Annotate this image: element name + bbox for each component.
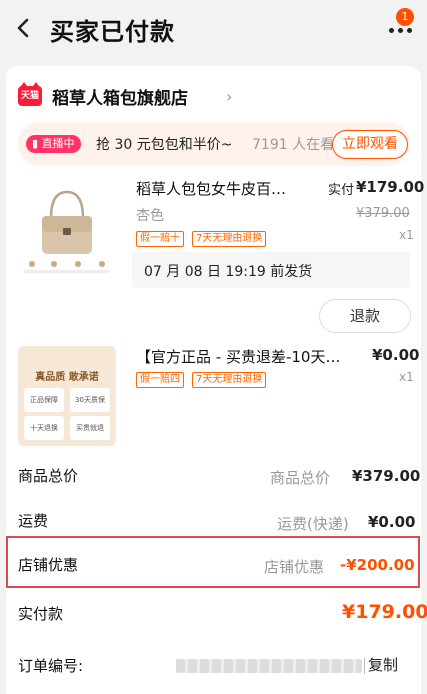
price-label: 实付 — [328, 183, 355, 198]
order-number-masked — [176, 659, 362, 673]
live-viewer-count: 7191 人在看 — [252, 137, 335, 153]
tmall-logo: 天猫 — [18, 82, 42, 106]
goods-total-label: 商品总价 — [18, 467, 79, 485]
live-promo-text: 抢 30 元包包和半价~ — [96, 137, 233, 153]
shipping-label: 运费 — [18, 512, 49, 530]
store-discount-label: 店铺优惠 — [18, 556, 79, 574]
shipping-value: ¥0.00 — [368, 513, 416, 531]
guarantee-heading: 真品质 敢承诺 — [35, 372, 99, 383]
goods-total-key: 商品总价 — [270, 469, 331, 487]
original-price: ¥379.00 — [356, 206, 410, 221]
live-icon: ▮ — [32, 137, 39, 150]
product-quantity: x1 — [399, 370, 414, 384]
back-arrow-icon[interactable] — [12, 14, 36, 42]
paid-value: ¥179.00 — [342, 601, 427, 623]
bag-image-icon — [24, 190, 110, 273]
product-tag: 假一赔十 — [136, 231, 184, 247]
product-tag: 假一赔四 — [136, 372, 184, 388]
guarantee-item: 正品保障 — [24, 388, 64, 412]
chevron-right-icon: › — [226, 87, 233, 106]
guarantee-item: 买贵就退 — [70, 416, 110, 440]
product-image-bag[interactable] — [18, 178, 116, 278]
product-title[interactable]: 【官方正品 - 买贵退差-10天… — [136, 346, 356, 367]
watch-now-button[interactable]: 立即观看 — [332, 130, 408, 159]
page-title: 买家已付款 — [50, 18, 175, 46]
store-name[interactable]: 稻草人箱包旗舰店 — [52, 84, 188, 109]
product-variant: 杏色 — [136, 208, 164, 224]
store-discount-value: -¥200.00 — [340, 556, 415, 574]
order-number-label: 订单编号: — [18, 657, 84, 675]
guarantee-item: 30天质保 — [70, 388, 110, 412]
header: 买家已付款 1 — [0, 0, 427, 58]
product-title[interactable]: 稻草人包包女牛皮百… — [136, 178, 316, 199]
product-image-guarantee[interactable]: 真品质 敢承诺 正品保障 30天质保 十天退换 买贵就退 — [18, 346, 116, 446]
product-price: ¥179.00 — [356, 178, 425, 196]
live-badge-label: 直播中 — [41, 137, 75, 150]
shipping-note: 07 月 08 日 19:19 前发货 — [144, 264, 313, 280]
live-badge: ▮ 直播中 — [26, 135, 81, 153]
refund-button[interactable]: 退款 — [319, 299, 411, 333]
order-card: 天猫 稻草人箱包旗舰店 › ▮ 直播中 抢 30 元包包和半价~ 7191 人在… — [6, 66, 427, 694]
paid-label: 实付款 — [18, 605, 64, 623]
product-price: ¥0.00 — [372, 346, 420, 364]
live-stream-bar[interactable]: ▮ 直播中 抢 30 元包包和半价~ 7191 人在看 立即观看 — [18, 122, 410, 166]
store-discount-key: 店铺优惠 — [264, 558, 325, 576]
notification-badge: 1 — [396, 8, 414, 26]
product-tag: 7天无理由退换 — [192, 231, 267, 247]
shipping-note-box: 07 月 08 日 19:19 前发货 — [132, 252, 410, 288]
guarantee-item: 十天退换 — [24, 416, 64, 440]
goods-total-value: ¥379.00 — [352, 467, 421, 485]
product-tag: 7天无理由退换 — [192, 372, 267, 388]
copy-order-button[interactable]: 复制 — [368, 654, 398, 675]
shipping-key: 运费(快递) — [277, 515, 349, 533]
divider — [364, 658, 365, 674]
product-quantity: x1 — [399, 228, 414, 242]
